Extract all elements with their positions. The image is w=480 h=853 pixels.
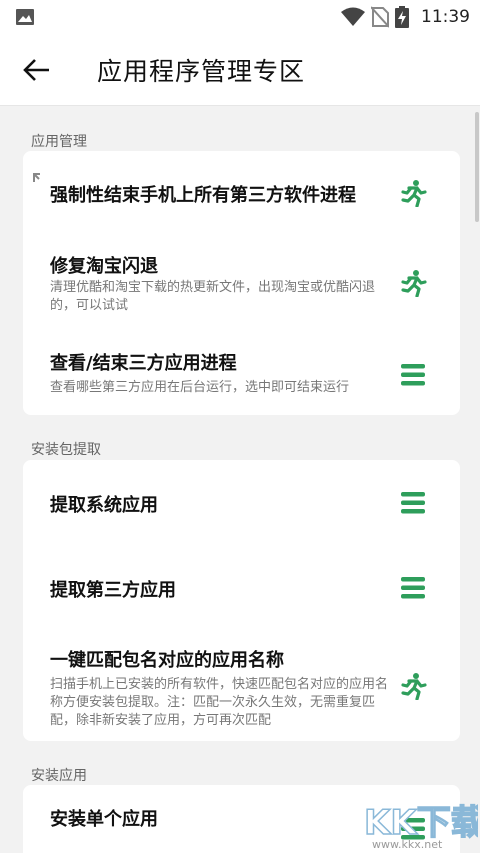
watermark-text: KK下载 bbox=[364, 803, 478, 843]
menu-icon[interactable] bbox=[399, 574, 427, 602]
wifi-icon bbox=[341, 7, 365, 26]
item-title: 提取系统应用 bbox=[50, 495, 158, 516]
page-title: 应用程序管理专区 bbox=[97, 57, 306, 86]
status-icons: 11:39 bbox=[341, 5, 470, 29]
list-item-extract-system[interactable]: 提取系统应用 bbox=[23, 460, 460, 546]
scrollbar[interactable] bbox=[475, 112, 479, 222]
runner-icon[interactable] bbox=[399, 672, 427, 700]
watermark-url: www.kkx.net bbox=[372, 838, 443, 851]
status-bar: 11:39 bbox=[0, 0, 480, 34]
list-item-fix-taobao[interactable]: 修复淘宝闪退 清理优酷和淘宝下载的热更新文件，出现淘宝或优酷闪退的，可以试试 bbox=[23, 239, 460, 327]
item-title: 强制性结束手机上所有第三方软件进程 bbox=[50, 185, 356, 206]
list-item-extract-third-party[interactable]: 提取第三方应用 bbox=[23, 546, 460, 632]
list-item-view-processes[interactable]: 查看/结束三方应用进程 查看哪些第三方应用在后台运行，选中即可结束运行 bbox=[23, 327, 460, 415]
card-app-management: 强制性结束手机上所有第三方软件进程 修复淘宝闪退 清理优酷和淘宝下载的热更新文件… bbox=[23, 151, 460, 415]
gallery-icon bbox=[16, 9, 34, 25]
runner-icon[interactable] bbox=[399, 269, 427, 297]
section-label-package-extract: 安装包提取 bbox=[31, 442, 101, 458]
item-description: 清理优酷和淘宝下载的热更新文件，出现淘宝或优酷闪退的，可以试试 bbox=[50, 280, 376, 313]
app-bar: 应用程序管理专区 bbox=[0, 34, 480, 106]
section-label-install-apps: 安装应用 bbox=[31, 768, 87, 784]
arrow-left-icon[interactable] bbox=[22, 56, 52, 84]
no-sim-icon bbox=[371, 6, 389, 28]
item-title: 修复淘宝闪退 bbox=[50, 256, 158, 277]
item-title: 一键匹配包名对应的应用名称 bbox=[50, 650, 284, 671]
status-time: 11:39 bbox=[421, 7, 470, 27]
menu-icon[interactable] bbox=[399, 361, 427, 389]
list-item-match-package-names[interactable]: 一键匹配包名对应的应用名称 扫描手机上已安装的所有软件，快速匹配包名对应的应用名… bbox=[23, 632, 460, 741]
card-package-extract: 提取系统应用 提取第三方应用 一键匹配包名对应的应用名称 扫描手机上已安装的所有… bbox=[23, 460, 460, 741]
section-label-app-management: 应用管理 bbox=[31, 134, 87, 150]
item-description: 查看哪些第三方应用在后台运行，选中即可结束运行 bbox=[50, 380, 350, 395]
menu-icon[interactable] bbox=[399, 489, 427, 517]
item-title: 安装单个应用 bbox=[50, 809, 158, 830]
item-title: 查看/结束三方应用进程 bbox=[50, 353, 237, 374]
battery-charging-icon bbox=[395, 6, 409, 28]
list-item-force-stop[interactable]: 强制性结束手机上所有第三方软件进程 bbox=[23, 151, 460, 239]
cursor-hint-icon bbox=[33, 173, 40, 182]
runner-icon[interactable] bbox=[399, 179, 427, 207]
item-title: 提取第三方应用 bbox=[50, 580, 176, 601]
item-description: 扫描手机上已安装的所有软件，快速匹配包名对应的应用名称方便安装包提取。注：匹配一… bbox=[50, 677, 389, 728]
